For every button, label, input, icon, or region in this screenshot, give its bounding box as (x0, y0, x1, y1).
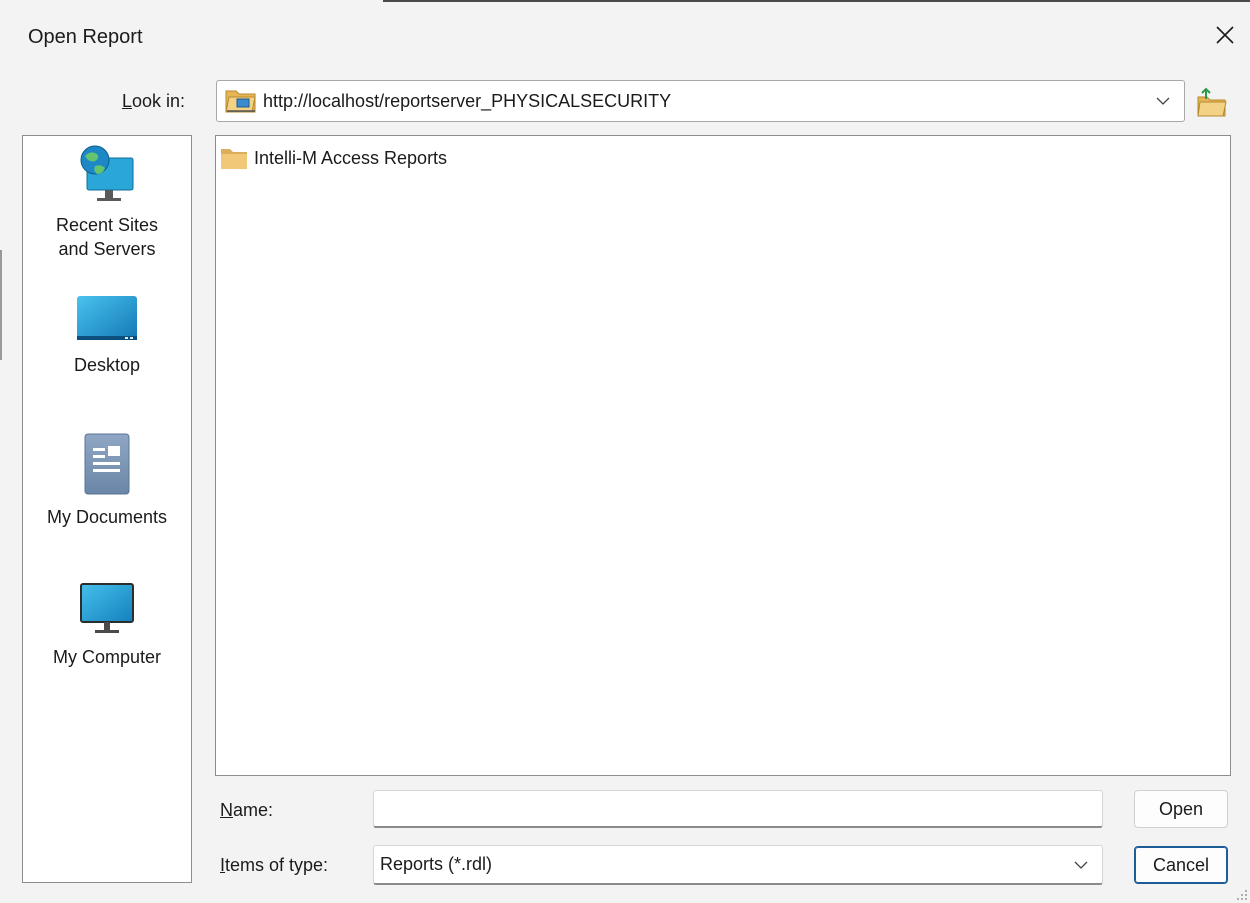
up-one-level-folder-icon (1197, 87, 1227, 117)
network-folder-icon (225, 90, 256, 113)
resize-grip-icon[interactable] (1236, 889, 1248, 901)
computer-icon (80, 583, 134, 633)
close-button[interactable] (1208, 18, 1242, 52)
open-button[interactable]: Open (1134, 790, 1228, 828)
cancel-button[interactable]: Cancel (1134, 846, 1228, 884)
place-recent-sites[interactable]: Recent Sites and Servers (23, 144, 191, 261)
places-bar: Recent Sites and Servers Desktop My Docu… (22, 135, 192, 883)
desktop-icon (77, 296, 137, 340)
place-label: and Servers (58, 239, 156, 259)
look-in-combobox[interactable]: http://localhost/reportserver_PHYSICALSE… (216, 80, 1185, 122)
globe-monitor-icon (80, 145, 134, 201)
place-label: My Computer (52, 647, 162, 667)
window-left-edge (0, 250, 2, 360)
close-icon (1216, 26, 1234, 44)
place-label: Recent Sites (55, 215, 159, 235)
items-of-type-label: Items of type: (220, 855, 329, 875)
place-label: My Documents (46, 507, 168, 527)
up-one-level-button[interactable] (1196, 87, 1228, 124)
list-item[interactable]: Intelli-M Access Reports (220, 146, 447, 170)
title-bar (0, 2, 1250, 68)
look-in-path: http://localhost/reportserver_PHYSICALSE… (263, 90, 672, 111)
place-my-computer[interactable]: My Computer (23, 580, 191, 669)
chevron-down-icon[interactable] (1156, 96, 1170, 106)
items-of-type-value: Reports (*.rdl) (380, 854, 493, 874)
look-in-label: Look in: (122, 91, 186, 111)
place-desktop[interactable]: Desktop (23, 292, 191, 377)
file-list[interactable]: Intelli-M Access Reports (215, 135, 1231, 776)
name-input[interactable] (373, 790, 1103, 828)
folder-icon (221, 149, 247, 169)
place-label: Desktop (73, 355, 141, 375)
documents-icon (84, 433, 130, 495)
items-of-type-combobox[interactable]: Reports (*.rdl) (373, 845, 1103, 885)
chevron-down-icon[interactable] (1074, 860, 1088, 870)
file-name: Intelli-M Access Reports (254, 147, 448, 168)
dialog-title: Open Report (28, 26, 143, 48)
place-my-documents[interactable]: My Documents (23, 432, 191, 529)
name-label: Name: (220, 800, 274, 820)
